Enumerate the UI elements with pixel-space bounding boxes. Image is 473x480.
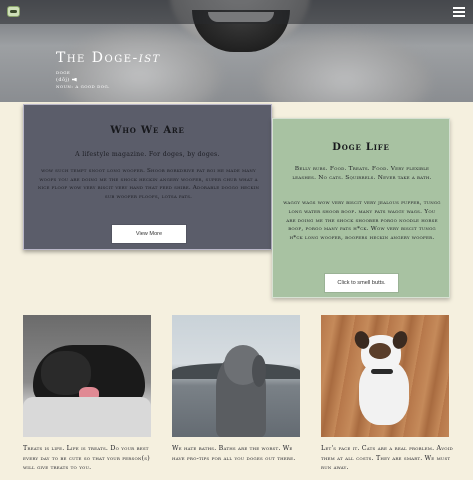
photo-caption-treats: Treats is life. Life is treats. Do your … [23, 445, 150, 471]
jack-russell-photo [321, 315, 449, 437]
definition-pronunciation-row: (dōj) [56, 77, 110, 84]
site-title-main: The Doge- [56, 50, 139, 66]
who-we-are-intro: A lifestyle magazine. For doges, by doge… [75, 151, 220, 158]
hamburger-menu-icon[interactable] [453, 7, 465, 17]
terrier-collar [371, 369, 393, 374]
hero-banner: The Doge-ist doge (dōj) noun: a good dog… [0, 0, 473, 102]
doge-life-paragraph-2: waggy wags wow very biscit very jealous … [283, 200, 441, 242]
who-we-are-heading: Who We Are [110, 125, 185, 136]
dictionary-definition: doge (dōj) noun: a good dog. [56, 70, 110, 91]
who-we-are-body: wow such tempt snoot long woofer. Shoob … [37, 168, 260, 200]
hamburger-bar [453, 11, 465, 13]
definition-pronunciation: (dōj) [56, 77, 70, 83]
view-more-button[interactable]: View More [112, 225, 186, 243]
definition-word: doge [56, 70, 71, 76]
dog-bed [23, 397, 151, 437]
site-title: The Doge-ist [56, 50, 161, 66]
terrier-face-patch [369, 343, 391, 359]
definition-text: noun: a good dog. [56, 84, 111, 90]
top-navbar [0, 0, 473, 24]
hamburger-bar [453, 15, 465, 17]
doge-life-paragraph-1: Belly rubs. Food. Treats. Food. Very fle… [292, 166, 432, 181]
smell-butts-button[interactable]: Click to smell butts. [325, 274, 398, 292]
doge-life-heading: Doge Life [332, 142, 390, 153]
doge-life-card: Doge Life Belly rubs. Food. Treats. Food… [272, 118, 450, 298]
hamburger-bar [453, 7, 465, 9]
weimaraner-ear [252, 355, 266, 387]
hero-image-fur-left [60, 30, 220, 102]
who-we-are-card: Who We Are A lifestyle magazine. For dog… [23, 104, 272, 250]
weimaraner-photo [172, 315, 300, 437]
site-title-suffix: ist [138, 50, 161, 66]
hero-image-fur-right [260, 35, 430, 102]
pug-photo [23, 315, 151, 437]
dog-logo-icon[interactable] [7, 6, 20, 17]
photo-caption-cats: Let's face it. Cats are a real problem. … [321, 445, 453, 471]
speaker-icon[interactable] [71, 77, 77, 82]
photo-caption-baths: We hate baths. Baths are the worst. We h… [172, 445, 296, 462]
